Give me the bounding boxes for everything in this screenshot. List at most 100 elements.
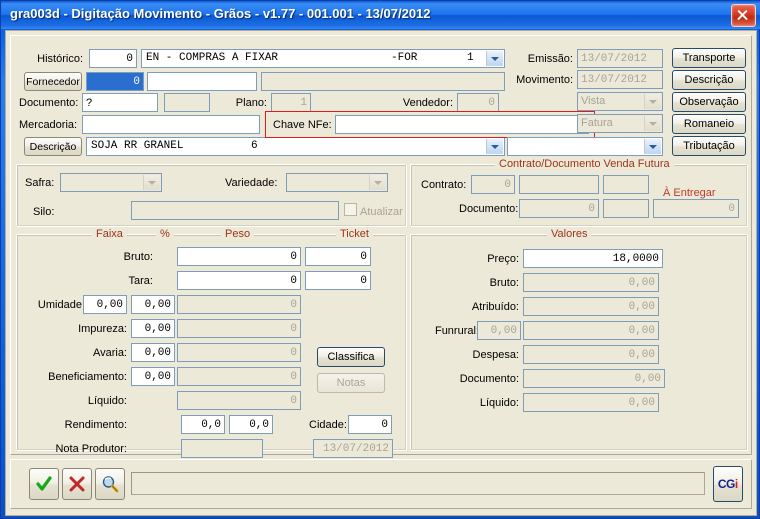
observacao-button[interactable]: Observação bbox=[672, 92, 746, 112]
umidade-pct-input[interactable] bbox=[131, 295, 175, 314]
cgi-logo[interactable]: CG i bbox=[713, 466, 743, 502]
valores-bruto-input bbox=[523, 273, 659, 292]
descricao-side-button[interactable]: Descrição bbox=[672, 70, 746, 90]
umidade-faixa-input[interactable] bbox=[83, 295, 127, 314]
safra-group: Safra: Variedade: Silo: Atualizar bbox=[16, 164, 406, 226]
valores-bruto-label: Bruto: bbox=[489, 277, 519, 289]
plano-input bbox=[271, 93, 311, 112]
atribuido-input bbox=[523, 297, 659, 316]
safra-label: Safra: bbox=[25, 177, 55, 189]
plano-label: Plano: bbox=[235, 97, 267, 109]
chevron-down-icon[interactable] bbox=[486, 139, 503, 154]
cidade-input[interactable] bbox=[348, 415, 392, 434]
despesa-label: Despesa: bbox=[472, 349, 519, 361]
application-window: gra003d - Digitação Movimento - Grãos - … bbox=[0, 0, 760, 519]
chave-nfe-input[interactable] bbox=[335, 115, 589, 134]
funrural-pct-input bbox=[477, 321, 521, 340]
check-icon bbox=[36, 476, 52, 491]
vendedor-input bbox=[457, 93, 499, 112]
cgi-logo-text-accent: i bbox=[734, 477, 739, 491]
beneficiamento-label: Beneficiamento: bbox=[48, 371, 127, 383]
avaria-peso-input bbox=[177, 343, 301, 362]
valores-liquido-input bbox=[523, 393, 659, 412]
safra-combo bbox=[60, 173, 162, 192]
emissao-input bbox=[577, 49, 663, 68]
preco-label: Preço: bbox=[487, 253, 519, 265]
atualizar-checkbox[interactable] bbox=[344, 203, 357, 216]
romaneio-button[interactable]: Romaneio bbox=[672, 114, 746, 134]
atribuido-label: Atribuído: bbox=[471, 301, 519, 313]
fornecedor-name-input[interactable] bbox=[147, 72, 257, 91]
main-panel: Histórico: EN - COMPRAS A FIXAR -FOR 1 F… bbox=[10, 35, 752, 458]
tara-ticket-input[interactable] bbox=[305, 271, 371, 290]
contrato-label: Contrato: bbox=[421, 179, 467, 191]
contrato-extra-input bbox=[603, 175, 649, 194]
tara-peso-label: Tara: bbox=[128, 275, 153, 287]
bottom-toolbar: CG i bbox=[10, 459, 752, 509]
chevron-down-icon bbox=[143, 175, 160, 190]
avaria-pct-input[interactable] bbox=[131, 343, 175, 362]
silo-label: Silo: bbox=[33, 206, 55, 218]
classifica-button[interactable]: Classifica bbox=[317, 347, 385, 367]
rendimento-1-input[interactable] bbox=[181, 415, 225, 434]
fornecedor-button[interactable]: Fornecedor bbox=[24, 72, 82, 91]
valores-group-caption: Valores bbox=[547, 228, 592, 240]
tributacao-button[interactable]: Tributação bbox=[672, 136, 746, 156]
transporte-button[interactable]: Transporte bbox=[672, 48, 746, 68]
contrato-desc-input bbox=[519, 175, 599, 194]
cidade-label: Cidade: bbox=[309, 419, 347, 431]
fornecedor-extra-input bbox=[261, 72, 505, 91]
cross-icon bbox=[69, 476, 85, 492]
movimento-input bbox=[577, 70, 663, 89]
nota-produtor-label: Nota Produtor: bbox=[55, 443, 127, 455]
cgi-logo-text-primary: CG bbox=[717, 477, 736, 491]
chevron-down-icon[interactable] bbox=[644, 139, 661, 154]
chevron-down-icon bbox=[369, 175, 386, 190]
beneficiamento-peso-input bbox=[177, 367, 301, 386]
fornecedor-code-input[interactable] bbox=[86, 72, 144, 91]
variedade-combo bbox=[286, 173, 388, 192]
preco-input[interactable] bbox=[523, 249, 663, 268]
historico-description-combo[interactable]: EN - COMPRAS A FIXAR -FOR 1 bbox=[141, 49, 505, 68]
rendimento-2-input[interactable] bbox=[229, 415, 273, 434]
chevron-down-icon[interactable] bbox=[486, 51, 503, 66]
emissao-label: Emissão: bbox=[527, 53, 573, 65]
bruto-peso-input[interactable] bbox=[177, 247, 301, 266]
nota-produtor-input bbox=[181, 439, 263, 458]
descricao-number: 6 bbox=[251, 140, 258, 152]
header-extra-combo[interactable] bbox=[507, 137, 663, 156]
contrato-documento-label: Documento: bbox=[459, 203, 519, 215]
despesa-input bbox=[523, 345, 659, 364]
descricao-combo[interactable]: SOJA RR GRANEL 6 bbox=[86, 137, 505, 156]
valores-documento-label: Documento: bbox=[459, 373, 519, 385]
pagamento-combo: Vista bbox=[577, 92, 663, 111]
pagamento-text: Vista bbox=[581, 95, 606, 107]
historico-description-suffix: -FOR bbox=[391, 52, 418, 64]
magnifier-icon bbox=[102, 475, 118, 492]
search-button[interactable] bbox=[95, 468, 125, 500]
vendedor-label: Vendedor: bbox=[402, 97, 453, 109]
liquido-peso-input bbox=[177, 391, 301, 410]
cancel-button[interactable] bbox=[62, 468, 92, 500]
contrato-documento-extra-input bbox=[603, 199, 649, 218]
historico-code-input[interactable] bbox=[89, 49, 137, 68]
atualizar-label: Atualizar bbox=[360, 206, 403, 218]
fatura-combo: Fatura bbox=[577, 114, 663, 133]
bruto-ticket-input[interactable] bbox=[305, 247, 371, 266]
nota-produtor-date-input bbox=[313, 439, 393, 458]
historico-description-text: EN - COMPRAS A FIXAR bbox=[146, 52, 279, 64]
contrato-group: Contrato/Documento Venda Futura Contrato… bbox=[410, 158, 747, 226]
mercadoria-input[interactable] bbox=[82, 115, 260, 134]
tara-peso-input[interactable] bbox=[177, 271, 301, 290]
beneficiamento-pct-input[interactable] bbox=[131, 367, 175, 386]
documento-input[interactable] bbox=[82, 93, 158, 112]
impureza-pct-input[interactable] bbox=[131, 319, 175, 338]
confirm-button[interactable] bbox=[29, 468, 59, 500]
close-icon[interactable] bbox=[731, 4, 756, 27]
descricao-text: SOJA RR GRANEL bbox=[91, 140, 184, 152]
movimento-label: Movimento: bbox=[516, 74, 573, 86]
variedade-label: Variedade: bbox=[225, 177, 278, 189]
descricao-button[interactable]: Descrição bbox=[24, 137, 82, 156]
status-input[interactable] bbox=[131, 472, 705, 495]
valores-group: Valores Preço: Bruto: Atribuído: Funrura… bbox=[410, 228, 747, 450]
